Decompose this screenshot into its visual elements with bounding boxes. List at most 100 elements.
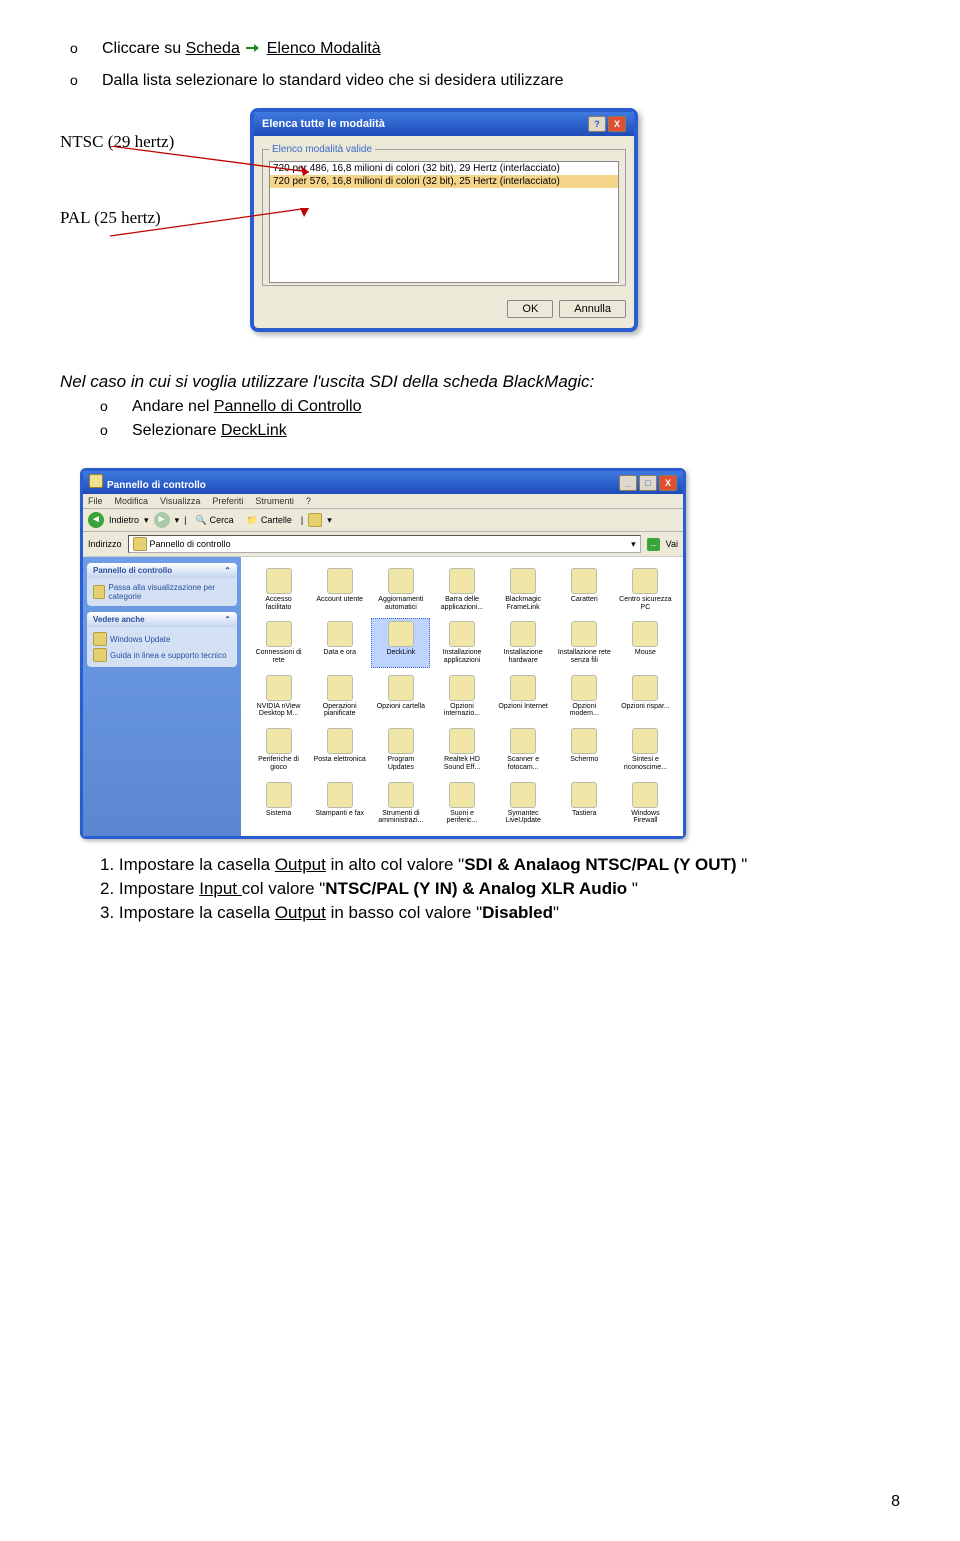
cp-item[interactable]: Program Updates (371, 725, 430, 774)
bullet-o-3: o (100, 398, 116, 416)
cp-item-icon (388, 621, 414, 647)
cp-item[interactable]: Caratteri (555, 565, 614, 614)
cp-item-label: Realtek HD Sound Eff... (435, 756, 488, 771)
cp-item-label: Tastiera (572, 810, 597, 818)
cp-item-label: Program Updates (374, 756, 427, 771)
list-modes-dialog: Elenca tutte le modalità ? X Elenco moda… (250, 108, 638, 332)
b1-link-b: Elenco Modalità (267, 40, 381, 57)
menu-tools[interactable]: Strumenti (255, 496, 294, 506)
close-button[interactable]: X (608, 116, 626, 132)
address-field[interactable]: Pannello di controllo ▾ (128, 535, 641, 553)
menu-file[interactable]: File (88, 496, 103, 506)
cp-item[interactable]: Connessioni di rete (249, 618, 308, 667)
cp-item-icon (571, 621, 597, 647)
cp-item[interactable]: Stampanti e fax (310, 779, 369, 828)
sidebox1-item[interactable]: Passa alla visualizzazione per categorie (93, 582, 231, 602)
cp-item[interactable]: Windows Firewall (616, 779, 675, 828)
cp-item[interactable]: Opzioni Internet (494, 672, 553, 721)
help-button[interactable]: ? (588, 116, 606, 132)
b1-pre: Cliccare su (102, 40, 186, 57)
cp-item[interactable]: Operazioni pianificate (310, 672, 369, 721)
folders-button[interactable]: 📁 Cartelle (243, 514, 296, 527)
maximize-button[interactable]: □ (639, 475, 657, 491)
menu-view[interactable]: Visualizza (160, 496, 200, 506)
cp-item[interactable]: Accesso facilitato (249, 565, 308, 614)
arrow-icon (246, 43, 260, 53)
menu-fav[interactable]: Preferiti (212, 496, 243, 506)
cp-item[interactable]: Installazione rete senza fili (555, 618, 614, 667)
cp-item-icon (510, 728, 536, 754)
cp-item[interactable]: Suoni e periferic... (432, 779, 491, 828)
modes-listbox[interactable]: 720 per 486, 16,8 milioni di colori (32 … (269, 161, 619, 283)
cp-item-icon (388, 675, 414, 701)
cp-item[interactable]: Aggiornamenti automatici (371, 565, 430, 614)
cp-item-label: Centro sicurezza PC (619, 596, 672, 611)
cancel-button[interactable]: Annulla (559, 300, 626, 318)
cp-item[interactable]: Centro sicurezza PC (616, 565, 675, 614)
collapse-icon[interactable]: ⌃ (224, 566, 231, 575)
back-button-icon[interactable]: ◄ (88, 512, 104, 528)
cp-item-icon (388, 728, 414, 754)
cp-item-label: Sintesi e riconoscime... (619, 756, 672, 771)
bullet-3-text: Andare nel Pannello di Controllo (132, 398, 362, 416)
cp-item[interactable]: Posta elettronica (310, 725, 369, 774)
sidebox1-title: Pannello di controllo (93, 566, 172, 575)
cp-item[interactable]: Mouse (616, 618, 675, 667)
cp-item-label: Opzioni Internet (498, 703, 547, 711)
close-button[interactable]: X (659, 475, 677, 491)
pal-label: PAL (25 hertz) (60, 208, 220, 228)
search-button[interactable]: 🔍 Cerca (191, 514, 237, 527)
menu-edit[interactable]: Modifica (115, 496, 149, 506)
cp-item[interactable]: Data e ora (310, 618, 369, 667)
collapse-icon[interactable]: ⌃ (224, 615, 231, 624)
cp-item[interactable]: Sistema (249, 779, 308, 828)
cp-item[interactable]: Tastiera (555, 779, 614, 828)
cp-item-icon (449, 728, 475, 754)
cp-item-label: Suoni e periferic... (435, 810, 488, 825)
cp-item[interactable]: Account utente (310, 565, 369, 614)
minimize-button[interactable]: _ (619, 475, 637, 491)
paragraph-sdi: Nel caso in cui si voglia utilizzare l'u… (60, 372, 900, 392)
cp-item-icon (266, 728, 292, 754)
cp-item[interactable]: Opzioni rispar... (616, 672, 675, 721)
cp-item-icon (449, 782, 475, 808)
cp-item-label: Stampanti e fax (315, 810, 364, 818)
category-icon (93, 585, 105, 599)
cp-item[interactable]: Symantec LiveUpdate (494, 779, 553, 828)
go-button-label[interactable]: Vai (666, 539, 678, 549)
ok-button[interactable]: OK (507, 300, 553, 318)
cp-item[interactable]: Barra delle applicazioni... (432, 565, 491, 614)
cp-item[interactable]: Schermo (555, 725, 614, 774)
cp-item-icon (449, 568, 475, 594)
cp-item[interactable]: Strumenti di amministrazi... (371, 779, 430, 828)
back-button-label[interactable]: Indietro (109, 515, 139, 525)
cp-item[interactable]: Blackmagic FrameLink (494, 565, 553, 614)
go-button-icon[interactable]: → (647, 538, 660, 551)
sidebox2-item1[interactable]: Windows Update (93, 631, 231, 647)
sidebox2-title: Vedere anche (93, 615, 145, 624)
cp-item-icon (571, 675, 597, 701)
cp-item-icon (632, 621, 658, 647)
b1-link-a: Scheda (186, 40, 240, 57)
list-item[interactable]: 720 per 576, 16,8 milioni di colori (32 … (270, 175, 618, 188)
cp-item[interactable]: Periferiche di gioco (249, 725, 308, 774)
cp-item-label: Installazione hardware (497, 649, 550, 664)
views-icon[interactable] (308, 513, 322, 527)
cp-item[interactable]: Realtek HD Sound Eff... (432, 725, 491, 774)
cp-addressbar: Indirizzo Pannello di controllo ▾ → Vai (83, 532, 683, 557)
list-item[interactable]: 720 per 486, 16,8 milioni di colori (32 … (270, 162, 618, 175)
cp-item[interactable]: Scanner e fotocam... (494, 725, 553, 774)
cp-item[interactable]: Installazione applicazioni (432, 618, 491, 667)
cp-item[interactable]: NVIDIA nView Desktop M... (249, 672, 308, 721)
cp-item[interactable]: Opzioni internazio... (432, 672, 491, 721)
sidebox2-item2[interactable]: Guida in linea e supporto tecnico (93, 647, 231, 663)
cp-item[interactable]: Sintesi e riconoscime... (616, 725, 675, 774)
cp-item-icon (571, 568, 597, 594)
cp-item[interactable]: DeckLink (371, 618, 430, 667)
cp-item[interactable]: Opzioni modem... (555, 672, 614, 721)
bullet-4-text: Selezionare DeckLink (132, 422, 287, 440)
menu-help[interactable]: ? (306, 496, 311, 506)
cp-item-icon (632, 728, 658, 754)
cp-item[interactable]: Installazione hardware (494, 618, 553, 667)
cp-item[interactable]: Opzioni cartella (371, 672, 430, 721)
